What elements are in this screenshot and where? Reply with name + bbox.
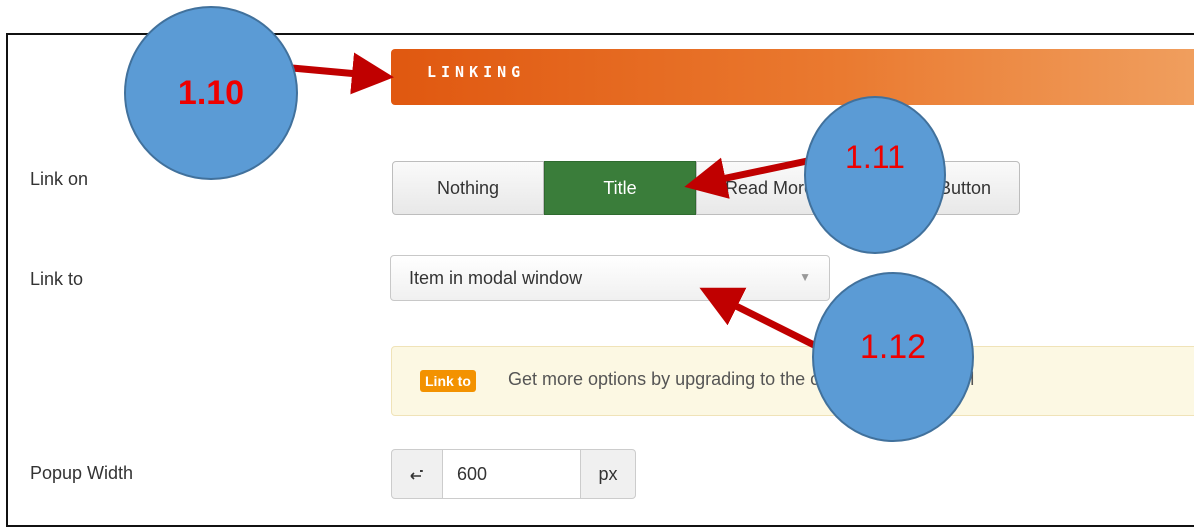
callout-1-12-text: 1.12 [859,327,927,366]
popup-width-input-group: px [391,449,636,499]
callout-1-10-text: 1.10 [177,73,245,112]
callout-1-10: 1.10 [124,6,298,180]
callout-1-11: 1.11 [804,96,946,254]
link-on-label: Link on [30,169,89,189]
popup-width-label: Popup Width [30,463,134,483]
upgrade-notice: Link to Get more options by upgrading to… [391,346,1194,416]
resize-horizontal-icon [391,449,443,499]
popup-width-unit: px [580,449,636,499]
link-to-select[interactable]: Item in modal window ▼ [390,255,830,301]
link-to-label: Link to [30,269,84,289]
chevron-down-icon: ▼ [799,270,811,284]
section-header-linking: LINKING [391,49,1194,105]
callout-1-11-text: 1.11 [845,138,905,175]
callout-1-12: 1.12 [812,272,974,442]
section-title: LINKING [427,63,526,81]
link-on-title-button[interactable]: Title [544,161,696,215]
link-on-nothing-button[interactable]: Nothing [392,161,544,215]
link-to-value: Item in modal window [409,268,583,288]
notice-badge: Link to [420,370,476,392]
popup-width-input[interactable] [443,449,580,499]
